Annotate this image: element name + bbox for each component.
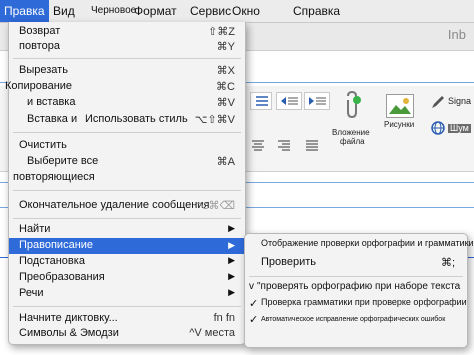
menu-item-paste[interactable]: и вставка ⌘V — [9, 96, 245, 111]
checkmark-icon: v — [249, 281, 254, 292]
menu-separator — [249, 276, 463, 277]
justify-icon[interactable] — [304, 138, 320, 152]
menu-item-delete-permanently[interactable]: Окончательное удаление сообщения ⌥⌘⌫ — [9, 199, 245, 214]
submenu-arrow-icon: ▶ — [228, 255, 235, 265]
window-title: Inb — [447, 27, 466, 42]
menu-separator — [13, 132, 241, 133]
menu-item-copy[interactable]: Копирование ⌘C — [5, 80, 245, 95]
submenu-arrow-icon: ▶ — [228, 223, 235, 233]
menu-draft[interactable]: Черновое — [91, 0, 136, 22]
menu-tools[interactable]: Сервис — [190, 0, 231, 22]
menu-item-transformations[interactable]: Преобразования ▶ — [9, 271, 245, 286]
submenu-item-check-while-typing[interactable]: v "проверять орфографию при наборе текст… — [245, 281, 467, 295]
menu-format[interactable]: Формат — [134, 0, 177, 22]
submenu-item-autocorrect[interactable]: ✓ Автоматическое исправление орфографиче… — [245, 314, 467, 328]
menu-item-find[interactable]: Найти ▶ — [9, 223, 245, 238]
menu-separator — [13, 306, 241, 307]
checkmark-icon: ✓ — [249, 298, 259, 310]
menu-help[interactable]: Справка — [293, 0, 340, 22]
menu-separator — [13, 218, 241, 219]
menu-item-spelling[interactable]: Правописание ▶ — [9, 238, 245, 254]
menu-item-select-all[interactable]: Выберите все повторяющиеся ⌘A — [9, 154, 245, 186]
paperclip-icon[interactable] — [340, 90, 364, 120]
pictures-label: Рисунки — [384, 120, 415, 129]
submenu-arrow-icon: ▶ — [228, 271, 235, 281]
menu-item-cut[interactable]: Вырезать ⌘X — [9, 64, 245, 79]
picture-icon[interactable] — [386, 94, 414, 118]
checkmark-icon: ✓ — [249, 314, 259, 326]
menu-item-start-dictation[interactable]: Начните диктовку... fn fn — [9, 312, 245, 327]
menu-item-clear[interactable]: Очистить — [9, 139, 245, 154]
submenu-item-check-grammar[interactable]: ✓ Проверка грамматики при проверке орфог… — [245, 297, 467, 311]
submenu-item-show-spelling[interactable]: Отображение проверки орфографии и грамма… — [245, 238, 474, 252]
increase-indent-icon[interactable] — [304, 92, 330, 110]
menu-window[interactable]: Окно — [232, 0, 260, 22]
attach-label: Вложение — [332, 128, 370, 137]
submenu-arrow-icon: ▶ — [228, 240, 235, 250]
bullets-icon[interactable] — [250, 92, 272, 110]
globe-icon[interactable] — [430, 120, 446, 136]
menu-item-speech[interactable]: Речи ▶ — [9, 287, 245, 302]
signature-label[interactable]: Signa — [448, 97, 471, 106]
menu-bar: Правка Вид Черновое Формат Сервис Окно С… — [0, 0, 474, 23]
menu-item-paste-match-style[interactable]: Вставка и Использовать стиль ⌥⇧⌘V — [9, 113, 245, 128]
submenu-arrow-icon: ▶ — [228, 287, 235, 297]
menu-edit[interactable]: Правка — [0, 0, 49, 22]
menu-item-emoji-symbols[interactable]: Символы & Эмодзи ^V места — [9, 327, 245, 342]
align-right-icon[interactable] — [276, 138, 292, 152]
pen-icon[interactable] — [430, 94, 446, 110]
decrease-indent-icon[interactable] — [276, 92, 302, 110]
edit-menu: Возврат повтора ⇧⌘Z ⌘Y Вырезать ⌘X Копир… — [5, 22, 246, 345]
submenu-item-check-document[interactable]: Проверить ⌘; — [245, 256, 467, 272]
align-center-icon[interactable] — [250, 138, 266, 152]
menu-item-substitutions[interactable]: Подстановка ▶ — [9, 255, 245, 270]
menu-item-redo[interactable]: Возврат повтора ⇧⌘Z ⌘Y — [9, 24, 245, 54]
spelling-submenu: Отображение проверки орфографии и грамма… — [244, 233, 474, 348]
style-chip[interactable]: Шум — [448, 124, 471, 133]
attach-label-2: файла — [340, 137, 365, 146]
menu-view[interactable]: Вид — [53, 0, 75, 22]
menu-separator — [13, 58, 241, 59]
menu-separator — [13, 190, 241, 191]
